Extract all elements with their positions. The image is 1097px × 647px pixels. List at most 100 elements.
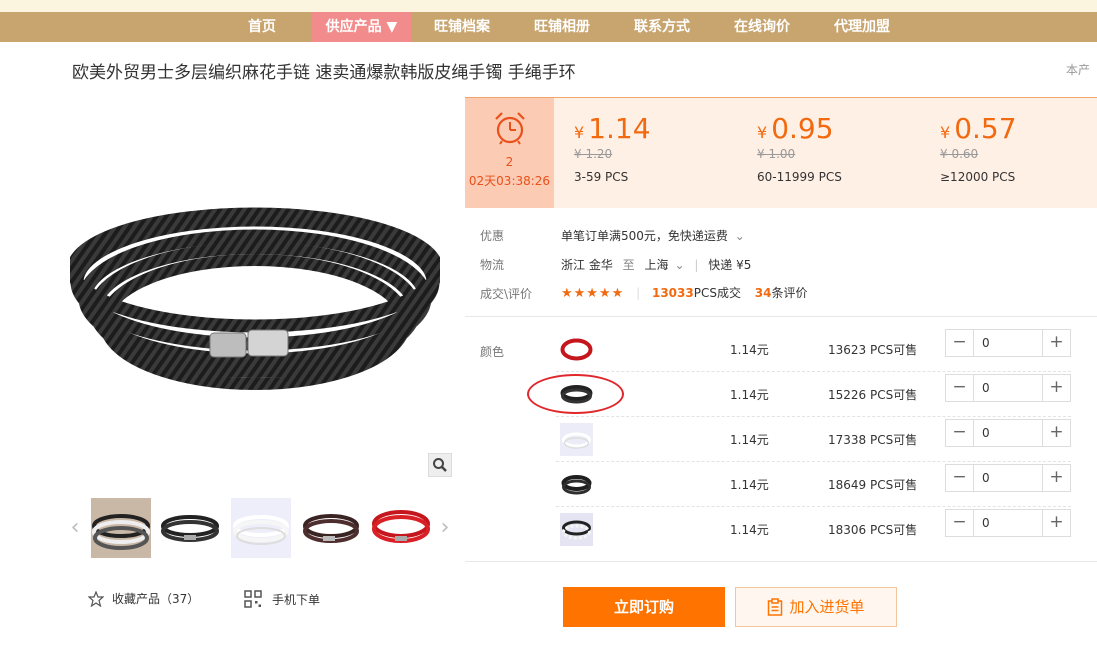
color-label: 颜色	[480, 345, 505, 359]
minus-button[interactable]: −	[946, 420, 973, 446]
deal-volume: 13033	[651, 286, 694, 300]
thumb-image	[233, 515, 289, 545]
promo-text: 单笔订单满500元，免快递运费	[561, 229, 728, 243]
nav-shop-profile[interactable]: 旺铺档案	[421, 12, 503, 42]
quantity-input[interactable]: 0	[973, 330, 1043, 356]
chevron-down-icon: ⌄	[674, 258, 685, 272]
thumbnail-brown[interactable]	[301, 498, 361, 558]
tier-old-price: ¥ 0.60	[940, 147, 979, 161]
quantity-stepper[interactable]: − 0 +	[945, 509, 1071, 537]
variant-stock: 13623 PCS可售	[828, 343, 918, 357]
minus-button[interactable]: −	[946, 510, 973, 536]
nav-inquiry[interactable]: 在线询价	[721, 12, 803, 42]
plus-button[interactable]: +	[1043, 330, 1070, 356]
thumb-image	[372, 510, 430, 543]
alarm-clock-icon	[494, 112, 525, 145]
quantity-stepper[interactable]: − 0 +	[945, 464, 1071, 492]
price-tier: ¥0.95 ¥ 1.00 60-11999 PCS	[757, 112, 842, 184]
variant-stock: 18649 PCS可售	[828, 478, 918, 492]
quantity-input[interactable]: 0	[973, 375, 1043, 401]
tier-price: 0.95	[771, 112, 834, 145]
nav-contact[interactable]: 联系方式	[621, 12, 703, 42]
countdown-time: 02天03:38:26	[468, 174, 551, 188]
ship-to-word: 至	[622, 258, 635, 272]
currency-symbol: ¥	[757, 123, 768, 142]
divider: |	[694, 258, 699, 272]
variant-row: 1.14元 18306 PCS可售 − 0 +	[556, 507, 1071, 552]
ship-from: 浙江 金华	[561, 258, 613, 272]
minus-button[interactable]: −	[946, 330, 973, 356]
variant-stock: 17338 PCS可售	[828, 433, 918, 447]
qr-code-icon	[244, 590, 262, 608]
nav-agency[interactable]: 代理加盟	[821, 12, 903, 42]
mobile-order-label: 手机下单	[272, 592, 321, 607]
currency-symbol: ¥	[574, 123, 585, 142]
countdown-box: 2 02天03:38:26	[465, 98, 554, 208]
promo-value[interactable]: 单笔订单满500元，免快递运费 ⌄	[561, 227, 745, 244]
price-tier: ¥0.57 ¥ 0.60 ≥12000 PCS	[940, 112, 1017, 184]
magnifier-icon	[433, 458, 447, 472]
variant-swatch[interactable]	[560, 333, 593, 366]
variant-row: 1.14元 15226 PCS可售 − 0 +	[556, 372, 1071, 417]
clipboard-icon	[768, 598, 783, 616]
variant-swatch[interactable]	[560, 513, 593, 546]
chevron-down-icon: ⌄	[734, 229, 745, 243]
thumb-image	[303, 514, 359, 543]
currency-symbol: ¥	[940, 123, 951, 142]
deal-volume-unit: PCS成交	[693, 286, 741, 300]
plus-button[interactable]: +	[1043, 375, 1070, 401]
add-to-cart-label: 加入进货单	[789, 598, 865, 616]
thumb-image	[91, 498, 151, 558]
promo-label: 优惠	[480, 229, 505, 243]
minus-button[interactable]: −	[946, 465, 973, 491]
variant-price: 1.14元	[730, 433, 769, 447]
variant-swatch[interactable]	[560, 423, 593, 456]
plus-button[interactable]: +	[1043, 420, 1070, 446]
ship-to: 上海	[644, 258, 669, 272]
price-tier: ¥1.14 ¥ 1.20 3-59 PCS	[574, 112, 651, 184]
quantity-stepper[interactable]: − 0 +	[945, 329, 1071, 357]
minus-button[interactable]: −	[946, 375, 973, 401]
add-to-cart-button[interactable]: 加入进货单	[735, 587, 897, 627]
tier-price: 0.57	[954, 112, 1017, 145]
section-divider	[465, 316, 1097, 317]
highlight-circle	[527, 374, 624, 414]
thumbnail-white[interactable]	[231, 498, 291, 558]
nav-home[interactable]: 首页	[231, 12, 293, 42]
rating-stars: ★★★★★	[561, 286, 625, 301]
plus-button[interactable]: +	[1043, 465, 1070, 491]
quantity-stepper[interactable]: − 0 +	[945, 419, 1071, 447]
nav-shop-album[interactable]: 旺铺相册	[521, 12, 603, 42]
nav-products[interactable]: 供应产品 ▼	[312, 12, 411, 42]
favorite-product[interactable]: 收藏产品（37）	[88, 590, 199, 607]
countdown-days: 2	[505, 155, 514, 169]
thumbnail-bw-stack[interactable]	[91, 498, 151, 558]
quantity-stepper[interactable]: − 0 +	[945, 374, 1071, 402]
variant-price: 1.14元	[730, 478, 769, 492]
tier-range: ≥12000 PCS	[940, 170, 1016, 184]
divider: |	[636, 286, 641, 300]
quantity-input[interactable]: 0	[973, 510, 1043, 536]
top-strip	[0, 0, 1097, 12]
variant-price: 1.14元	[730, 343, 769, 357]
deal-value: ★★★★★ | 13033PCS成交 34条评价	[561, 284, 808, 301]
deal-label: 成交\评价	[480, 287, 533, 301]
plus-button[interactable]: +	[1043, 510, 1070, 536]
tier-range: 3-59 PCS	[574, 170, 629, 184]
review-unit: 条评价	[771, 286, 808, 300]
thumbnail-black[interactable]	[160, 498, 220, 558]
tier-price: 1.14	[588, 112, 651, 145]
thumb-next-arrow[interactable]: ›	[438, 515, 452, 541]
thumbnail-red[interactable]	[371, 498, 431, 558]
variant-swatch[interactable]	[560, 468, 593, 501]
review-count[interactable]: 34	[755, 286, 772, 300]
star-outline-icon	[88, 590, 104, 607]
buy-now-button[interactable]: 立即订购	[563, 587, 725, 627]
product-notice: 本产	[1066, 63, 1091, 77]
zoom-button[interactable]	[428, 453, 452, 477]
quantity-input[interactable]: 0	[973, 465, 1043, 491]
thumb-prev-arrow[interactable]: ‹	[68, 515, 82, 541]
ship-to-select[interactable]: 上海 ⌄	[645, 258, 685, 272]
quantity-input[interactable]: 0	[973, 420, 1043, 446]
mobile-order[interactable]: 手机下单	[244, 590, 320, 608]
